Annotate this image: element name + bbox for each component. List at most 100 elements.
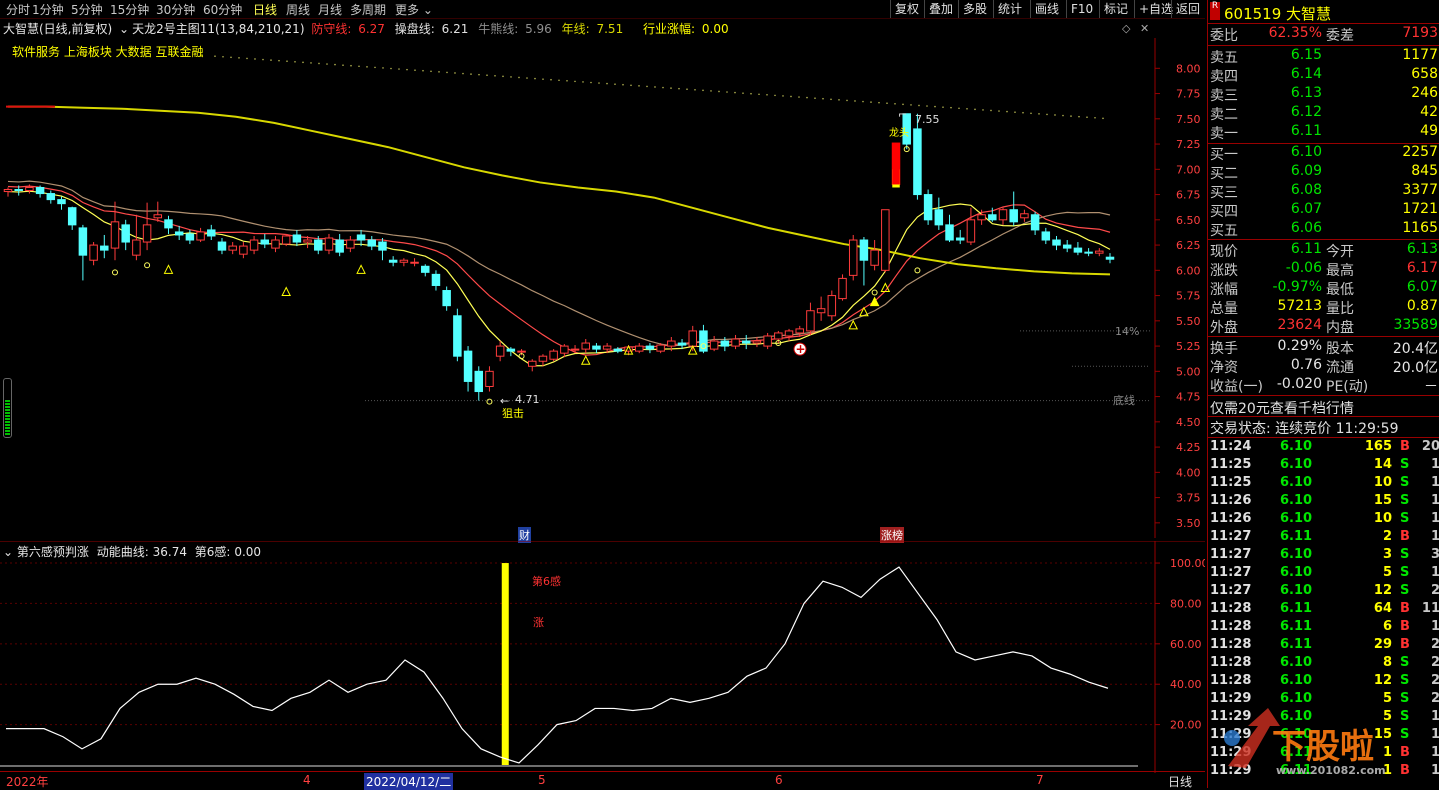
f10-button[interactable]: F10 [1066, 0, 1097, 18]
candle-body [1020, 213, 1029, 219]
bid-row[interactable]: 买四 6.07 1721 [1208, 201, 1439, 220]
statistics-button[interactable]: 统计 [993, 0, 1026, 18]
price-tick-label: 4.50 [1176, 416, 1201, 429]
tab-daily[interactable]: 日线 [253, 1, 277, 18]
volume-scroll-handle[interactable] [3, 378, 12, 438]
industry-value: 0.00 [701, 22, 729, 36]
signal-circle [914, 267, 921, 274]
fund-value: -0.020 [1276, 376, 1322, 392]
formula-name[interactable]: 天龙2号主图11(13,84,210,21) [132, 22, 304, 36]
candle [1009, 191, 1018, 226]
candle [1095, 248, 1104, 257]
candle [239, 242, 248, 259]
tab-monthly[interactable]: 月线 [318, 1, 342, 18]
candle-body [881, 209, 890, 271]
candle-body [538, 355, 548, 362]
multi-stock-button[interactable]: 多股 [958, 0, 991, 18]
candle-body [1030, 214, 1040, 231]
trend-dot [422, 69, 424, 72]
tab-multi-period[interactable]: 多周期 [350, 1, 386, 18]
stat-value-2: 0.87 [1406, 298, 1438, 314]
draw-line-button[interactable]: 画线 [1030, 0, 1063, 18]
trend-dot [670, 87, 672, 89]
candle-body [89, 244, 98, 261]
ask-row[interactable]: 卖四 6.14 658 [1208, 66, 1439, 85]
price-tick-label: 4.75 [1176, 391, 1201, 404]
fundamental-row: 换手 0.29% 股本 20.4亿 [1208, 338, 1439, 357]
trend-dot [614, 83, 616, 85]
tick-volume: 8 [1382, 655, 1392, 670]
tick-time: 11:26 [1210, 493, 1252, 508]
tick-count: 2 [1430, 655, 1439, 670]
price-tick-label: 7.75 [1176, 88, 1201, 101]
book-price: 6.14 [1290, 66, 1322, 82]
ask-row[interactable]: 卖五 6.15 1177 [1208, 47, 1439, 66]
candlestick-chart[interactable]: +⌐← 3.503.754.004.254.504.755.005.255.50… [0, 38, 1205, 538]
trend-dot [302, 61, 304, 64]
candle [1062, 240, 1072, 253]
ask-row[interactable]: 卖二 6.12 42 [1208, 104, 1439, 123]
trend-dot [974, 108, 976, 111]
trend-dot [798, 96, 800, 98]
back-button[interactable]: 返回 [1171, 0, 1204, 18]
tick-volume: 165 [1364, 439, 1392, 454]
bid-row[interactable]: 买五 6.06 1165 [1208, 220, 1439, 239]
tick-time: 11:28 [1210, 673, 1252, 688]
candle-body [46, 193, 56, 201]
candle [1073, 242, 1083, 256]
candle-body [528, 360, 537, 367]
bid-row[interactable]: 买一 6.10 2257 [1208, 144, 1439, 163]
tick-volume: 3 [1382, 547, 1392, 562]
book-volume: 658 [1411, 66, 1438, 82]
fund-value-2: 20.0亿 [1392, 360, 1438, 376]
trend-dot [1070, 115, 1072, 117]
formula-dropdown-icon[interactable]: ⌄ [119, 22, 129, 36]
trend-dot [430, 70, 432, 73]
low-tag-label: 狙击 [502, 407, 524, 420]
candle-body [774, 332, 783, 340]
candle-body [549, 350, 558, 360]
candle-body [196, 231, 205, 241]
book-level-label: 卖一 [1210, 126, 1238, 142]
trend-dot [398, 68, 400, 70]
tab-60min[interactable]: 60分钟 [203, 1, 242, 18]
bid-row[interactable]: 买三 6.08 3377 [1208, 182, 1439, 201]
ask-row[interactable]: 卖三 6.13 246 [1208, 85, 1439, 104]
tab-weekly[interactable]: 周线 [286, 1, 310, 18]
tab-30min[interactable]: 30分钟 [156, 1, 195, 18]
candle [913, 113, 922, 200]
overlay-button[interactable]: 叠加 [924, 0, 957, 18]
tab-fenshi[interactable]: 分时 [6, 1, 30, 18]
tick-side: B [1400, 439, 1410, 454]
tick-price: 6.10 [1280, 583, 1313, 598]
candle [110, 201, 120, 261]
trend-dot [734, 91, 736, 94]
sub-tick-label: 20.00 [1170, 719, 1202, 732]
signal-circle [871, 289, 878, 296]
ask-row[interactable]: 卖一 6.11 49 [1208, 123, 1439, 142]
tab-1min[interactable]: 1分钟 [32, 1, 64, 18]
close-icon[interactable]: ✕ [1140, 22, 1149, 35]
trend-dot [1054, 114, 1056, 116]
tick-side: S [1400, 691, 1410, 706]
tick-side: S [1400, 565, 1410, 580]
book-price: 6.07 [1290, 201, 1322, 217]
tab-15min[interactable]: 15分钟 [110, 1, 149, 18]
x-axis-mode[interactable]: 日线 [1168, 773, 1192, 790]
indicator-chart[interactable]: 20.00 40.00 60.00 80.00 100.00 [0, 541, 1205, 773]
tab-more[interactable]: 更多 ⌄ [395, 1, 433, 18]
signal-triangle [580, 355, 591, 365]
bid-row[interactable]: 买二 6.09 845 [1208, 163, 1439, 182]
fuquan-button[interactable]: 复权 [890, 0, 923, 18]
tick-price: 6.11 [1280, 601, 1313, 616]
trend-dot [1038, 113, 1040, 115]
tab-5min[interactable]: 5分钟 [71, 1, 103, 18]
diamond-icon[interactable]: ◇ [1122, 22, 1130, 35]
tick-side: B [1400, 529, 1410, 544]
tick-volume: 15 [1373, 493, 1392, 508]
tick-count: 2 [1430, 673, 1439, 688]
mark-button[interactable]: 标记 [1099, 0, 1132, 18]
promo-link[interactable]: 仅需20元查看千档行情 [1210, 398, 1354, 418]
candle-body [142, 224, 152, 243]
candle-body [132, 239, 141, 256]
